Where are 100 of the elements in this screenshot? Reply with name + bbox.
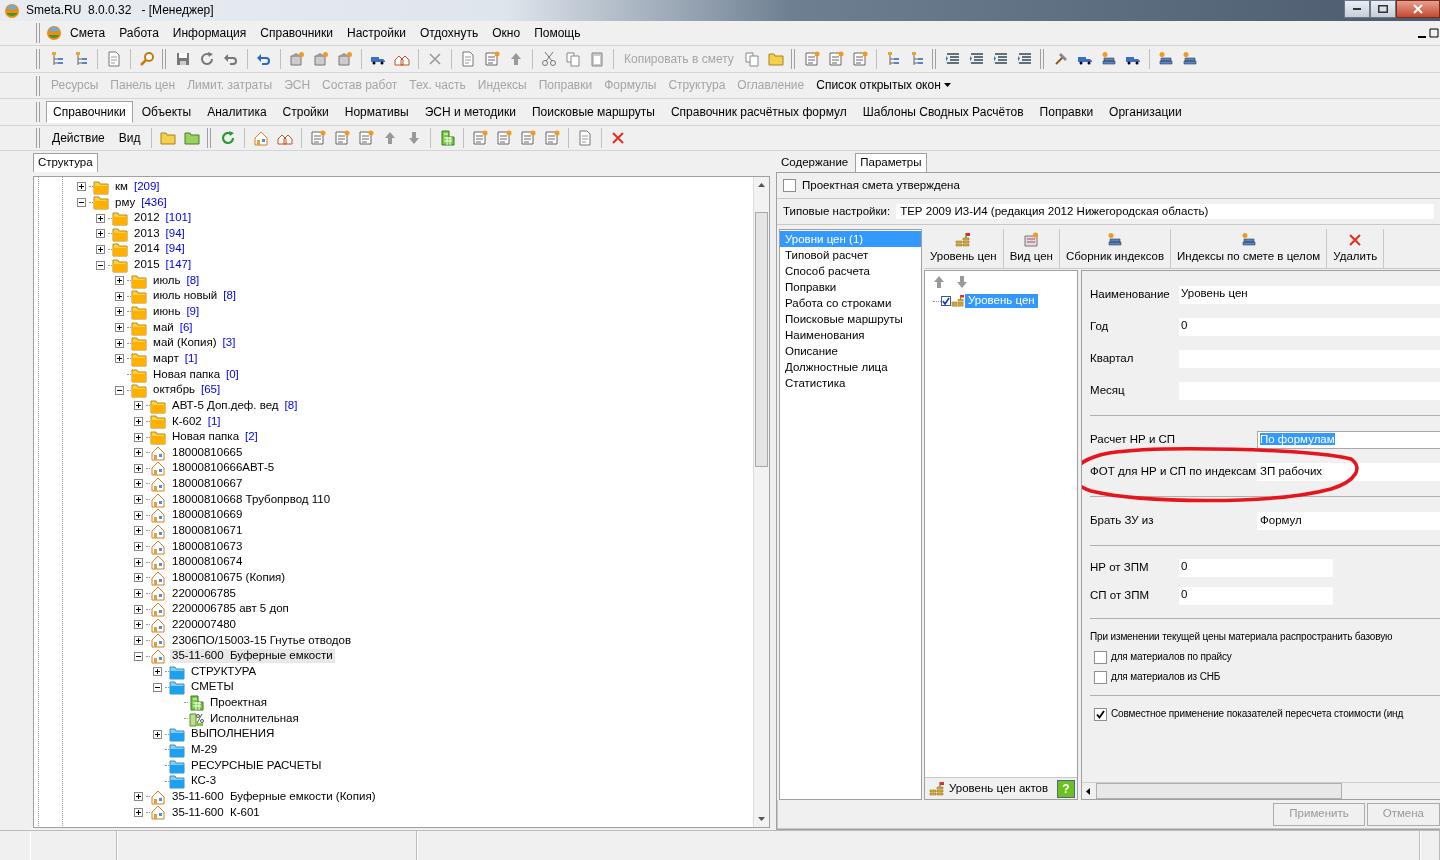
checkbox[interactable] xyxy=(1094,670,1107,684)
panel-tab[interactable]: Параметры xyxy=(855,153,927,172)
checkbox[interactable] xyxy=(1094,650,1107,664)
collapse-toggle[interactable] xyxy=(153,682,162,692)
module-tab[interactable]: Объекты xyxy=(134,100,199,124)
section-item[interactable]: Типовой расчет xyxy=(780,247,921,263)
tree-item[interactable]: 35-11-600 К-601 xyxy=(170,805,262,820)
section-item[interactable]: Поисковые маршруты xyxy=(780,311,921,327)
refresh-icon[interactable] xyxy=(199,51,215,67)
tree-item[interactable]: СМЕТЫ xyxy=(189,680,236,695)
tree-item[interactable]: 18000810674 xyxy=(170,555,245,570)
delete-icon[interactable] xyxy=(610,130,627,146)
arrow-down-icon[interactable] xyxy=(954,274,970,290)
tree-item[interactable]: АВТ-5 Доп.деф. вед xyxy=(170,398,281,413)
tree-item[interactable]: 2200006785 авт 5 доп xyxy=(170,602,291,616)
document-icon[interactable] xyxy=(334,130,351,146)
search-icon[interactable] xyxy=(139,51,155,67)
list-indent-icon[interactable] xyxy=(968,51,985,67)
checkbox[interactable] xyxy=(1094,707,1107,721)
vertical-scrollbar[interactable] xyxy=(753,177,769,827)
menu-item[interactable]: Работа xyxy=(113,23,165,43)
document-icon[interactable] xyxy=(496,130,513,146)
section-item[interactable]: Статистика xyxy=(780,375,921,391)
document-icon[interactable] xyxy=(803,51,820,67)
cross-icon[interactable] xyxy=(427,51,443,67)
paste-icon[interactable] xyxy=(589,51,605,67)
section-item[interactable]: Наименования xyxy=(780,327,921,343)
text-field[interactable]: 0 xyxy=(1179,559,1333,577)
text-field[interactable]: 0 xyxy=(1179,318,1440,336)
tree-item[interactable]: рму xyxy=(113,195,138,210)
module-tab[interactable]: Шаблоны Сводных Расчётов xyxy=(855,100,1031,124)
tree-item[interactable]: РЕСУРСНЫЕ РАСЧЕТЫ xyxy=(189,758,324,773)
expand-toggle[interactable] xyxy=(134,510,143,520)
tree-item[interactable]: Исполнительная xyxy=(208,711,301,726)
expand-toggle[interactable] xyxy=(153,729,162,739)
tree-item[interactable]: 2306ПО/15003-15 Гнутье отводов xyxy=(170,633,354,648)
tree-item[interactable]: июнь xyxy=(151,305,183,319)
expand-toggle[interactable] xyxy=(115,291,124,301)
list-indent-icon[interactable] xyxy=(944,51,961,67)
spreadsheet-icon[interactable] xyxy=(439,130,456,146)
expand-toggle[interactable] xyxy=(115,307,124,317)
minimize-button[interactable] xyxy=(1344,0,1370,18)
expand-toggle[interactable] xyxy=(134,620,143,630)
expand-toggle[interactable] xyxy=(134,479,143,489)
document-icon[interactable] xyxy=(827,51,844,67)
section-item[interactable]: Способ расчета xyxy=(780,263,921,279)
tree-item[interactable]: СТРУКТУРА xyxy=(189,664,259,679)
expand-toggle[interactable] xyxy=(115,354,124,364)
scroll-up-icon[interactable] xyxy=(758,183,765,187)
document-icon[interactable] xyxy=(544,130,561,146)
books-icon[interactable] xyxy=(1100,51,1117,67)
toolbar-grip[interactable] xyxy=(36,128,40,148)
collapse-toggle[interactable] xyxy=(77,197,86,207)
menu-item[interactable]: Отдохнуть xyxy=(413,23,485,43)
toolbar-grip[interactable] xyxy=(162,49,166,69)
expand-toggle[interactable] xyxy=(134,635,143,645)
folder-icon[interactable] xyxy=(184,130,201,146)
gear-document-icon[interactable] xyxy=(313,51,329,67)
preset-field[interactable]: ТЕР 2009 И3-И4 (редакция 2012 Нижегородская область) xyxy=(896,203,1434,220)
toolbar-button[interactable]: Индексы по смете в целом xyxy=(1171,229,1328,268)
tree-item[interactable]: 2014 xyxy=(132,242,162,257)
tree-item[interactable]: 35-11-600 Буферные емкости xyxy=(170,649,335,663)
tree-item[interactable]: ВЫПОЛНЕНИЯ xyxy=(189,727,277,742)
menu-item[interactable]: Справочники xyxy=(254,23,340,43)
menu-item[interactable]: Вид xyxy=(112,128,147,148)
expand-toggle[interactable] xyxy=(134,416,143,426)
folder-icon[interactable] xyxy=(160,130,177,146)
maximize-button[interactable] xyxy=(1370,0,1396,18)
tree-item[interactable]: 18000810666АВТ-5 xyxy=(170,461,277,476)
expand-toggle[interactable] xyxy=(134,588,143,598)
tree-item[interactable]: май xyxy=(151,320,176,335)
expand-toggle[interactable] xyxy=(96,229,105,239)
tree-item[interactable]: 18000810668 Трубопрвод 110 xyxy=(170,492,333,507)
list-indent-icon[interactable] xyxy=(1016,51,1033,67)
expand-toggle[interactable] xyxy=(134,495,143,505)
expand-toggle[interactable] xyxy=(134,448,143,458)
scissors-icon[interactable] xyxy=(541,51,557,67)
list-indent-icon[interactable] xyxy=(992,51,1009,67)
section-item[interactable]: Должностные лица xyxy=(780,359,921,375)
menu-item[interactable]: Информация xyxy=(166,23,253,43)
expand-toggle[interactable] xyxy=(134,542,143,552)
tree-item[interactable]: 18000810667 xyxy=(170,477,245,491)
toolbar-button[interactable]: Сборник индексов xyxy=(1059,229,1172,268)
module-tab[interactable]: Справочники xyxy=(46,100,133,124)
dropdown-button[interactable]: Список открытых окон xyxy=(811,76,956,95)
collapse-toggle[interactable] xyxy=(115,385,124,395)
app-logo-icon[interactable] xyxy=(46,25,62,41)
expand-toggle[interactable] xyxy=(134,557,143,567)
expand-toggle[interactable] xyxy=(134,807,143,817)
tree-item[interactable]: 18000810671 xyxy=(170,524,245,538)
horizontal-scrollbar[interactable] xyxy=(1082,782,1440,799)
toolbar-grip[interactable] xyxy=(790,49,795,69)
tree-item[interactable]: 18000810673 xyxy=(170,539,245,554)
toolbar-grip[interactable] xyxy=(207,128,212,148)
hierarchy-icon[interactable] xyxy=(49,51,65,67)
document-icon[interactable] xyxy=(106,51,122,67)
document-icon[interactable] xyxy=(472,130,489,146)
collapse-toggle[interactable] xyxy=(96,260,105,270)
tree-item[interactable]: май (Копия) xyxy=(151,336,219,351)
tree-item[interactable]: 18000810669 xyxy=(170,508,245,523)
